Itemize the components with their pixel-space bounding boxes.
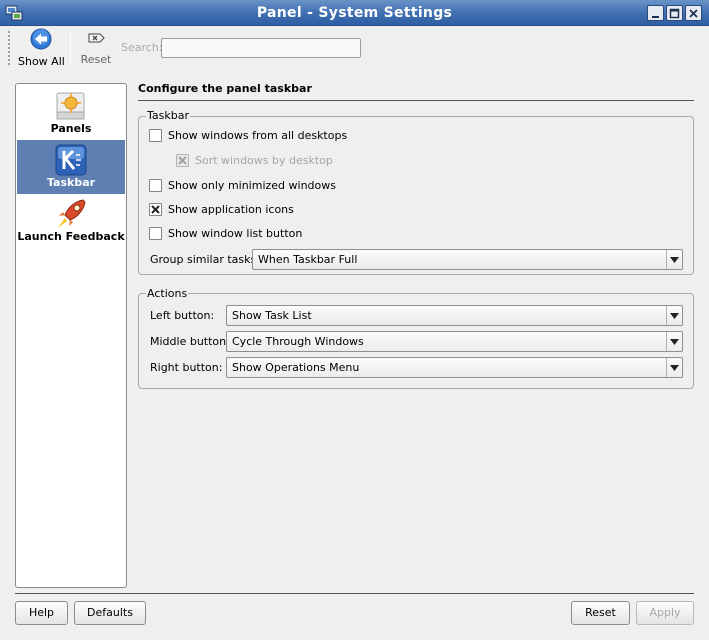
- group-similar-label: Group similar tasks:: [150, 253, 260, 266]
- show-all-button[interactable]: Show All: [18, 28, 65, 68]
- select-value: Cycle Through Windows: [232, 335, 364, 348]
- select-value: Show Operations Menu: [232, 361, 360, 374]
- maximize-icon: [669, 8, 680, 18]
- minimize-button[interactable]: [647, 5, 664, 21]
- title-bar[interactable]: Panel - System Settings: [0, 0, 709, 26]
- checkbox-box[interactable]: [149, 227, 162, 240]
- window-title: Panel - System Settings: [256, 5, 453, 21]
- minimize-icon: [652, 15, 659, 18]
- toolbar-separator: [70, 30, 71, 66]
- group-similar-select[interactable]: When Taskbar Full: [252, 249, 683, 270]
- checkbox-label: Show windows from all desktops: [168, 129, 348, 142]
- rocket-icon: [58, 199, 86, 228]
- maximize-button[interactable]: [666, 5, 683, 21]
- show-window-list-checkbox[interactable]: Show window list button: [149, 227, 302, 240]
- select-value: Show Task List: [232, 309, 312, 322]
- panels-icon: [56, 92, 85, 120]
- checkbox-box[interactable]: [149, 179, 162, 192]
- taskbar-group-title: Taskbar: [146, 109, 190, 122]
- close-icon: [689, 8, 698, 18]
- checkbox-label: Show window list button: [168, 227, 303, 240]
- checkbox-box[interactable]: [149, 203, 162, 216]
- close-button[interactable]: [685, 5, 702, 21]
- checkbox-box[interactable]: [149, 129, 162, 142]
- sidebar: Panels Taskbar Launch Feedback: [15, 83, 127, 588]
- sidebar-item-label: Panels: [50, 122, 92, 135]
- dropdown-arrow-icon[interactable]: [666, 306, 682, 325]
- help-button[interactable]: Help: [15, 601, 68, 625]
- select-value: When Taskbar Full: [258, 253, 358, 266]
- sidebar-item-label: Taskbar: [46, 176, 96, 189]
- show-minimized-checkbox[interactable]: Show only minimized windows: [149, 179, 336, 192]
- search-input[interactable]: [161, 38, 361, 58]
- reset-label: Reset: [80, 53, 112, 66]
- back-arrow-icon: [30, 28, 52, 50]
- sidebar-item-launch-feedback[interactable]: Launch Feedback: [17, 198, 125, 250]
- right-button-label: Right button:: [150, 361, 223, 374]
- dropdown-arrow-icon[interactable]: [666, 250, 682, 269]
- check-mark-icon: [178, 156, 187, 165]
- toolbar: Show All Reset Search:: [0, 26, 709, 70]
- toolbar-reset-button[interactable]: Reset: [78, 28, 114, 66]
- checkbox-label: Show only minimized windows: [168, 179, 336, 192]
- heading-divider: [138, 100, 694, 101]
- show-all-desktops-checkbox[interactable]: Show windows from all desktops: [149, 129, 347, 142]
- left-button-select[interactable]: Show Task List: [226, 305, 683, 326]
- reset-button[interactable]: Reset: [571, 601, 630, 625]
- checkbox-label: Show application icons: [168, 203, 294, 216]
- middle-button-select[interactable]: Cycle Through Windows: [226, 331, 683, 352]
- right-button-select[interactable]: Show Operations Menu: [226, 357, 683, 378]
- sidebar-item-label: Launch Feedback: [17, 230, 125, 243]
- sidebar-item-panels[interactable]: Panels: [17, 90, 125, 142]
- page-title: Configure the panel taskbar: [138, 82, 312, 95]
- left-button-label: Left button:: [150, 309, 215, 322]
- apply-button[interactable]: Apply: [636, 601, 694, 625]
- middle-button-label: Middle button:: [150, 335, 230, 348]
- defaults-button[interactable]: Defaults: [74, 601, 146, 625]
- actions-group-title: Actions: [146, 287, 189, 300]
- checkbox-box[interactable]: [176, 154, 189, 167]
- bottom-divider: [15, 593, 694, 594]
- search-label: Search:: [121, 41, 163, 54]
- dropdown-arrow-icon[interactable]: [666, 358, 682, 377]
- checkbox-label: Sort windows by desktop: [195, 154, 333, 167]
- show-app-icons-checkbox[interactable]: Show application icons: [149, 203, 294, 216]
- reset-icon: [88, 33, 105, 43]
- toolbar-grip[interactable]: [7, 30, 11, 66]
- sidebar-item-taskbar[interactable]: Taskbar: [17, 140, 125, 194]
- dropdown-arrow-icon[interactable]: [666, 332, 682, 351]
- sort-by-desktop-checkbox[interactable]: Sort windows by desktop: [176, 154, 333, 167]
- show-all-label: Show All: [18, 55, 65, 68]
- check-mark-icon: [151, 205, 160, 214]
- kde-logo-icon: [55, 144, 87, 176]
